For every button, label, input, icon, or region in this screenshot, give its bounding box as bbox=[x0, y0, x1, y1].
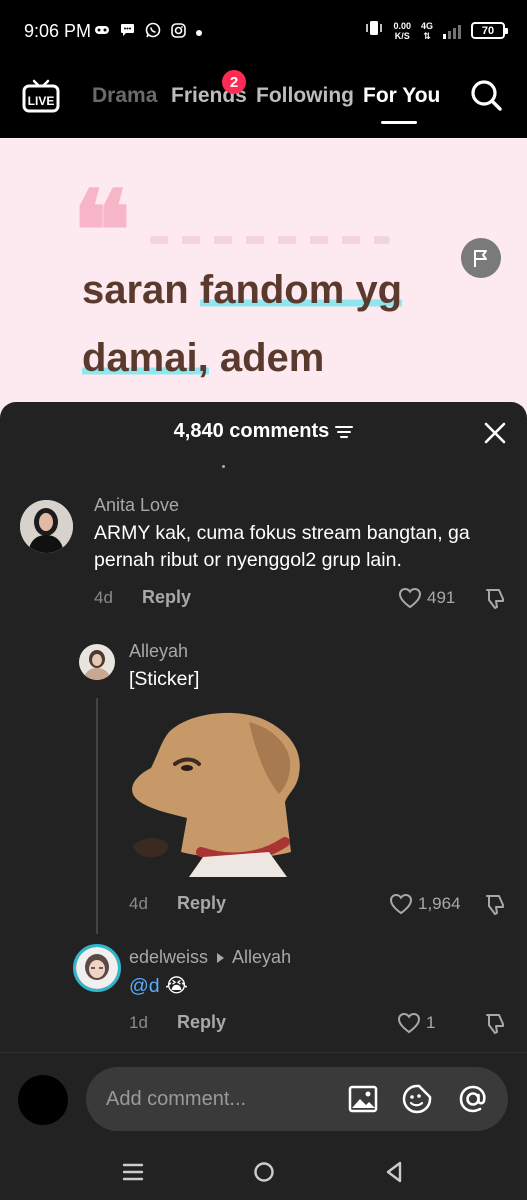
my-avatar bbox=[18, 1075, 68, 1125]
comment-input-bar bbox=[0, 1052, 527, 1144]
like-button[interactable]: 1 bbox=[396, 1011, 435, 1035]
reply-arrow-icon bbox=[217, 952, 225, 963]
recent-apps-button[interactable] bbox=[120, 1159, 146, 1185]
sticker-emoji-icon bbox=[402, 1084, 432, 1114]
thumbs-down-icon bbox=[486, 1014, 504, 1034]
like-count: 1 bbox=[426, 1013, 436, 1032]
image-icon bbox=[348, 1085, 378, 1113]
net-speed: 0.00 K/S bbox=[393, 20, 411, 41]
reply-to-username[interactable]: Alleyah bbox=[232, 947, 291, 968]
back-triangle-icon bbox=[386, 1161, 402, 1183]
notification-icons bbox=[94, 22, 202, 41]
vibrate-icon bbox=[365, 20, 383, 41]
search-icon bbox=[471, 80, 502, 111]
status-right: 0.00 K/S 4G ⇅ 70 bbox=[365, 20, 508, 41]
menu-lines-icon bbox=[122, 1163, 144, 1181]
heart-icon bbox=[397, 1012, 421, 1034]
system-navigation-bar bbox=[0, 1144, 527, 1200]
avatar[interactable] bbox=[73, 944, 121, 992]
mention-link[interactable]: @d bbox=[129, 975, 160, 997]
chat-icon bbox=[120, 23, 135, 40]
comment-time: 1d bbox=[129, 1013, 148, 1032]
signal-arrows-icon: ⇅ bbox=[423, 30, 431, 41]
status-bar: 9:06 PM 0.00 K/S 4G ⇅ 70 bbox=[0, 0, 527, 60]
sticker-button[interactable] bbox=[402, 1084, 432, 1114]
status-time: 9:06 PM bbox=[24, 21, 92, 41]
avatar-photo-icon bbox=[76, 947, 118, 989]
comment-text: @d 😭 bbox=[129, 973, 188, 1000]
reply-button[interactable]: Reply bbox=[177, 1012, 226, 1033]
tab-following[interactable]: Following bbox=[256, 84, 354, 108]
comment-username[interactable]: edelweiss bbox=[129, 947, 208, 968]
battery-icon: 70 bbox=[471, 22, 508, 39]
signal-strength-icon bbox=[443, 23, 461, 39]
comment-input[interactable] bbox=[106, 1085, 326, 1113]
more-notifications-dot-icon bbox=[196, 24, 202, 39]
gamepad-icon bbox=[94, 24, 110, 39]
crying-emoji: 😭 bbox=[165, 975, 188, 997]
home-button[interactable] bbox=[251, 1159, 277, 1185]
top-navigation: LIVE Drama Friends 2 Following For You bbox=[0, 60, 527, 138]
reply-comment-item: edelweiss Alleyah @d 😭 1d Reply 1 bbox=[0, 402, 527, 1042]
tab-drama[interactable]: Drama bbox=[92, 84, 157, 108]
whatsapp-icon bbox=[145, 22, 161, 41]
home-circle-icon bbox=[254, 1162, 274, 1182]
flag-icon bbox=[474, 250, 487, 267]
tab-for-you[interactable]: For You bbox=[363, 84, 440, 108]
friends-notification-badge: 2 bbox=[222, 70, 246, 94]
dislike-button[interactable] bbox=[483, 1012, 507, 1036]
instagram-icon bbox=[171, 22, 186, 41]
video-caption-text: saran fandom yg damai, adem bbox=[82, 268, 403, 380]
active-tab-indicator bbox=[381, 121, 417, 124]
report-button[interactable] bbox=[461, 238, 501, 278]
at-sign-icon bbox=[459, 1085, 486, 1113]
comment-username-row: edelweiss Alleyah bbox=[129, 947, 291, 968]
comment-input-container[interactable] bbox=[86, 1067, 508, 1131]
search-button[interactable] bbox=[468, 77, 504, 113]
live-button[interactable]: LIVE bbox=[22, 78, 60, 114]
image-button[interactable] bbox=[348, 1084, 378, 1114]
mention-button[interactable] bbox=[458, 1084, 488, 1114]
faded-text-line bbox=[150, 236, 390, 244]
svg-text:LIVE: LIVE bbox=[28, 94, 55, 108]
live-tv-icon: LIVE bbox=[22, 79, 60, 113]
back-button[interactable] bbox=[381, 1159, 407, 1185]
video-player[interactable]: ❝ saran fandom yg damai, adem bbox=[0, 138, 527, 418]
network-type: 4G ⇅ bbox=[420, 20, 433, 41]
